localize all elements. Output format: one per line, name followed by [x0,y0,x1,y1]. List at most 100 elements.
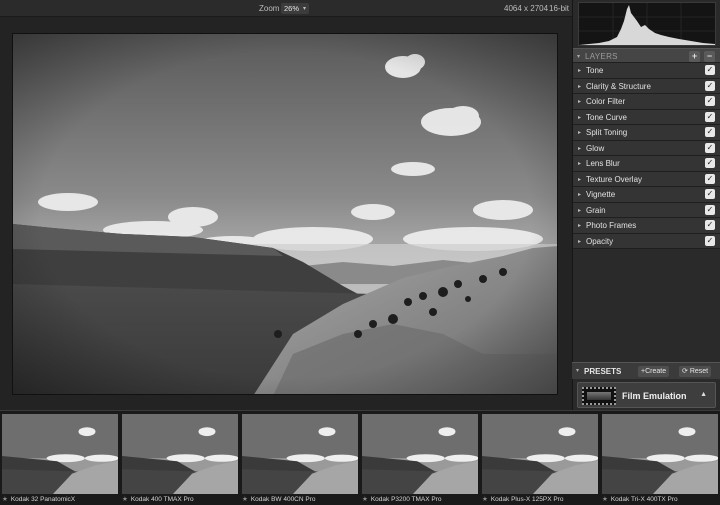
layer-label: Glow [586,143,605,153]
layer-enable-checkbox[interactable]: ✓ [705,127,715,137]
preset-thumbnail-image [242,414,358,494]
disclosure-arrow-icon[interactable]: ▸ [578,129,581,136]
zoom-value: 26% [284,4,300,13]
film-strip-icon [582,387,616,405]
preset-filmstrip: ★ Kodak 32 PanatomicX ★ Kodak 400 TMAX Pro… [0,410,720,505]
disclosure-arrow-icon[interactable]: ▸ [578,98,581,105]
disclosure-arrow-icon[interactable]: ▸ [578,176,581,183]
main-photo[interactable] [12,33,558,395]
collapse-caret-icon[interactable]: ▾ [576,367,579,374]
layer-enable-checkbox[interactable]: ✓ [705,65,715,75]
presets-header[interactable]: ▾ PRESETS +Create ⟳ Reset [572,362,720,379]
layer-item-tone[interactable]: ▸ Tone ✓ [573,63,720,79]
layer-item-split-toning[interactable]: ▸ Split Toning ✓ [573,125,720,141]
disclosure-arrow-icon[interactable]: ▸ [578,222,581,229]
favorite-star-icon[interactable]: ★ [242,496,248,503]
preset-group-name: Film Emulation [622,391,687,401]
presets-title: PRESETS [584,367,622,376]
add-layer-button[interactable]: + [689,51,700,62]
preset-thumbnail[interactable]: ★ Kodak BW 400CN Pro [242,414,358,505]
layer-enable-checkbox[interactable]: ✓ [705,80,715,91]
layer-label: Clarity & Structure [586,81,651,91]
create-label: Create [645,368,667,375]
preset-thumbnail-label: Kodak 400 TMAX Pro [130,496,194,503]
create-preset-button[interactable]: +Create [638,366,670,377]
layer-enable-checkbox[interactable]: ✓ [705,220,715,230]
favorite-star-icon[interactable]: ★ [362,496,368,503]
preset-thumbnail-label: Kodak Tri-X 400TX Pro [610,496,678,503]
preset-thumbnail[interactable]: ★ Kodak 32 PanatomicX [2,414,118,505]
layer-enable-checkbox[interactable]: ✓ [705,204,715,215]
preset-thumbnail[interactable]: ★ Kodak P3200 TMAX Pro [362,414,478,505]
image-dimensions: 4064 x 2704 [504,4,549,13]
layer-label: Vignette [586,190,616,199]
layers-title: LAYERS [585,52,618,61]
disclosure-arrow-icon[interactable]: ▸ [578,160,581,167]
layer-enable-checkbox[interactable]: ✓ [705,189,715,199]
layer-label: Grain [586,205,606,215]
layer-item-vignette[interactable]: ▸ Vignette ✓ [573,187,720,203]
disclosure-arrow-icon[interactable]: ▸ [578,114,581,121]
zoom-label: Zoom [259,4,280,13]
preset-thumbnail[interactable]: ★ Kodak Plus-X 125PX Pro [482,414,598,505]
layer-item-grain[interactable]: ▸ Grain ✓ [573,202,720,218]
layers-header[interactable]: ▾ LAYERS + − [573,48,720,63]
disclosure-arrow-icon[interactable]: ▸ [578,207,581,214]
favorite-star-icon[interactable]: ★ [482,496,488,503]
disclosure-arrow-icon[interactable]: ▸ [578,238,581,245]
layer-enable-checkbox[interactable]: ✓ [705,111,715,122]
layer-label: Color Filter [586,97,626,106]
layer-enable-checkbox[interactable]: ✓ [705,173,715,184]
zoom-dropdown[interactable]: 26% ▾ [281,3,309,14]
bit-depth: 16-bit [549,4,570,13]
layer-enable-checkbox[interactable]: ✓ [705,158,715,168]
layer-label: Lens Blur [586,159,620,168]
preset-thumbnail-label: Kodak P3200 TMAX Pro [370,496,442,503]
layer-label: Tone [586,66,604,75]
preset-thumbnail[interactable]: ★ Kodak 400 TMAX Pro [122,414,238,505]
remove-layer-button[interactable]: − [704,51,715,62]
preset-group-film-emulation[interactable]: Film Emulation ▲ [577,382,716,408]
layer-enable-checkbox[interactable]: ✓ [705,142,715,153]
preset-thumbnail[interactable]: ★ Kodak Tri-X 400TX Pro [602,414,718,505]
layer-item-photo-frames[interactable]: ▸ Photo Frames ✓ [573,218,720,234]
layer-label: Split Toning [586,128,628,137]
reset-label: Reset [689,368,709,375]
preset-thumbnail-image [122,414,238,494]
preset-thumbnail-label: Kodak Plus-X 125PX Pro [490,496,564,503]
collapse-caret-icon[interactable]: ▾ [577,53,580,60]
collapse-arrow-icon[interactable]: ▲ [700,391,707,398]
disclosure-arrow-icon[interactable]: ▸ [578,191,581,198]
preset-thumbnail-image [362,414,478,494]
landscape-photo [13,34,557,394]
layer-enable-checkbox[interactable]: ✓ [705,235,715,246]
layer-item-tone-curve[interactable]: ▸ Tone Curve ✓ [573,109,720,125]
disclosure-arrow-icon[interactable]: ▸ [578,145,581,152]
preset-thumbnail-image [602,414,718,494]
layer-item-lens-blur[interactable]: ▸ Lens Blur ✓ [573,156,720,172]
layer-label: Tone Curve [586,112,627,122]
disclosure-arrow-icon[interactable]: ▸ [578,83,581,90]
layer-item-clarity-structure[interactable]: ▸ Clarity & Structure ✓ [573,78,720,94]
preset-thumbnail-label: Kodak 32 PanatomicX [10,496,76,503]
layers-list: ▸ Tone ✓ ▸ Clarity & Structure ✓ ▸ Color… [573,63,720,249]
favorite-star-icon[interactable]: ★ [2,496,8,503]
layer-item-color-filter[interactable]: ▸ Color Filter ✓ [573,94,720,110]
preset-thumbnail-label: Kodak BW 400CN Pro [250,496,316,503]
layer-enable-checkbox[interactable]: ✓ [705,96,715,106]
top-toolbar: Zoom 26% ▾ 4064 x 2704 16-bit [0,0,572,17]
layer-item-glow[interactable]: ▸ Glow ✓ [573,140,720,156]
refresh-icon: ⟳ [682,368,688,375]
chevron-down-icon: ▾ [302,6,306,12]
disclosure-arrow-icon[interactable]: ▸ [578,67,581,74]
favorite-star-icon[interactable]: ★ [122,496,128,503]
layer-item-texture-overlay[interactable]: ▸ Texture Overlay ✓ [573,171,720,187]
layer-label: Opacity [586,236,614,246]
layer-label: Photo Frames [586,221,637,230]
adjustments-panel: ▾ LAYERS + − ▸ Tone ✓ ▸ Clarity & Struct… [572,0,720,410]
favorite-star-icon[interactable]: ★ [602,496,608,503]
layer-item-opacity[interactable]: ▸ Opacity ✓ [573,233,720,249]
preset-thumbnail-image [482,414,598,494]
histogram [578,2,716,46]
reset-preset-button[interactable]: ⟳ Reset [679,366,712,377]
